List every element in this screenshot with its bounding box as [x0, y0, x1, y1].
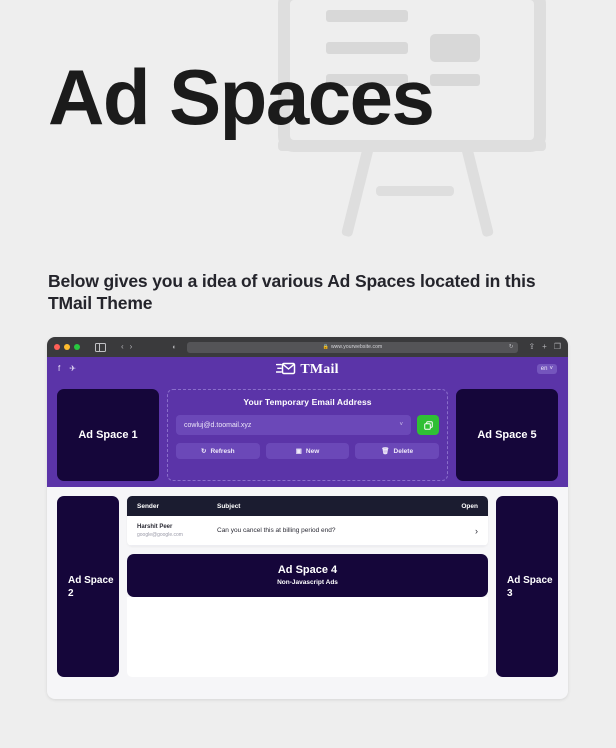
lock-icon: 🔒: [322, 344, 329, 350]
refresh-label: Refresh: [210, 447, 235, 455]
cell-subject: Can you cancel this at billing period en…: [217, 527, 336, 534]
close-window-button[interactable]: [54, 344, 60, 350]
email-address-value: cowluj@d.toomail.xyz: [184, 421, 252, 429]
ad-space-4-label: Ad Space 4: [277, 564, 338, 576]
ad-space-1[interactable]: Ad Space 1: [57, 389, 159, 481]
browser-mockup: ‹ › ◐ 🔒 www.yourwebsite.com ↻ ⇪ + ❐ f ✈: [47, 337, 568, 699]
tmail-header: f ✈ en ˅ TMail Ad Space 1 Your Temporary…: [47, 357, 568, 487]
mail-action-buttons: ↻ Refresh ▣ New 🗑 Delete: [176, 443, 440, 459]
url-bar[interactable]: 🔒 www.yourwebsite.com ↻: [186, 341, 519, 353]
minimize-window-button[interactable]: [64, 344, 70, 350]
delete-button[interactable]: 🗑 Delete: [355, 443, 440, 459]
inbox-table: Sender Subject Open Harshit Peer google@…: [127, 496, 488, 546]
new-button[interactable]: ▣ New: [265, 443, 350, 459]
header-content-row: Ad Space 1 Your Temporary Email Address …: [47, 389, 568, 481]
trash-icon: 🗑: [381, 448, 390, 455]
column-header-subject: Subject: [217, 502, 241, 510]
page-subtitle: Below gives you a idea of various Ad Spa…: [48, 271, 536, 313]
easel-leg-right: [460, 141, 495, 238]
copy-email-button[interactable]: [417, 415, 439, 435]
back-button[interactable]: ‹: [121, 343, 124, 351]
temp-email-panel: Your Temporary Email Address cowluj@d.to…: [167, 389, 448, 481]
envelope-send-icon: [275, 362, 296, 380]
traffic-lights: [54, 344, 80, 350]
board-ledge: [278, 140, 546, 151]
sender-email: google@google.com: [137, 531, 183, 538]
easel-crossbar: [376, 186, 454, 196]
share-icon[interactable]: ⇪: [528, 343, 535, 351]
page-title: Ad Spaces: [48, 53, 435, 141]
new-icon: ▣: [295, 448, 302, 455]
refresh-button[interactable]: ↻ Refresh: [176, 443, 260, 459]
ad-space-5[interactable]: Ad Space 5: [456, 389, 558, 481]
inbox-section: Ad Space 2 Sender Subject Open Harshit P…: [47, 487, 568, 687]
inbox-empty-area: [127, 597, 488, 677]
forward-button[interactable]: ›: [130, 343, 133, 351]
url-text: www.yourwebsite.com: [330, 344, 383, 350]
chrome-right-controls: ⇪ + ❐: [528, 343, 561, 351]
chevron-right-icon[interactable]: ›: [450, 526, 478, 536]
chevron-down-icon: ˅: [399, 422, 403, 428]
inbox-panel: Sender Subject Open Harshit Peer google@…: [127, 496, 488, 677]
email-row: cowluj@d.toomail.xyz ˅: [176, 415, 439, 435]
tmail-brand: TMail: [47, 362, 568, 380]
plus-icon[interactable]: +: [542, 343, 547, 351]
new-label: New: [305, 447, 320, 455]
email-address-field[interactable]: cowluj@d.toomail.xyz ˅: [176, 415, 411, 435]
delete-label: Delete: [393, 447, 414, 455]
half-circle-icon[interactable]: ◐: [172, 344, 176, 351]
table-row[interactable]: Harshit Peer google@google.com Can you c…: [127, 516, 488, 546]
column-header-sender: Sender: [137, 502, 160, 510]
sidebar-toggle-icon[interactable]: [95, 342, 106, 352]
sender-name: Harshit Peer: [137, 523, 173, 530]
cell-sender: Harshit Peer google@google.com: [137, 523, 217, 539]
zoom-window-button[interactable]: [74, 344, 80, 350]
browser-chrome: ‹ › ◐ 🔒 www.yourwebsite.com ↻ ⇪ + ❐: [47, 337, 568, 357]
ad-space-4[interactable]: Ad Space 4 Non-Javascript Ads: [127, 554, 488, 597]
table-header-row: Sender Subject Open: [127, 496, 488, 516]
reload-icon[interactable]: ↻: [509, 344, 514, 350]
copy-tabs-icon[interactable]: ❐: [554, 343, 561, 351]
refresh-icon: ↻: [201, 448, 207, 455]
board-bar-block: [430, 34, 480, 62]
column-header-open: Open: [461, 502, 478, 510]
board-bar: [326, 10, 408, 22]
tmail-brand-label: TMail: [300, 362, 339, 377]
easel-leg-left: [340, 141, 375, 238]
ad-space-3[interactable]: Ad Space 3: [496, 496, 558, 677]
page-root: Ad Spaces Below gives you a idea of vari…: [0, 0, 616, 748]
temp-email-title: Your Temporary Email Address: [243, 397, 372, 407]
ad-space-4-sublabel: Non-Javascript Ads: [277, 579, 338, 586]
ad-space-2[interactable]: Ad Space 2: [57, 496, 119, 677]
board-bar: [430, 74, 480, 86]
